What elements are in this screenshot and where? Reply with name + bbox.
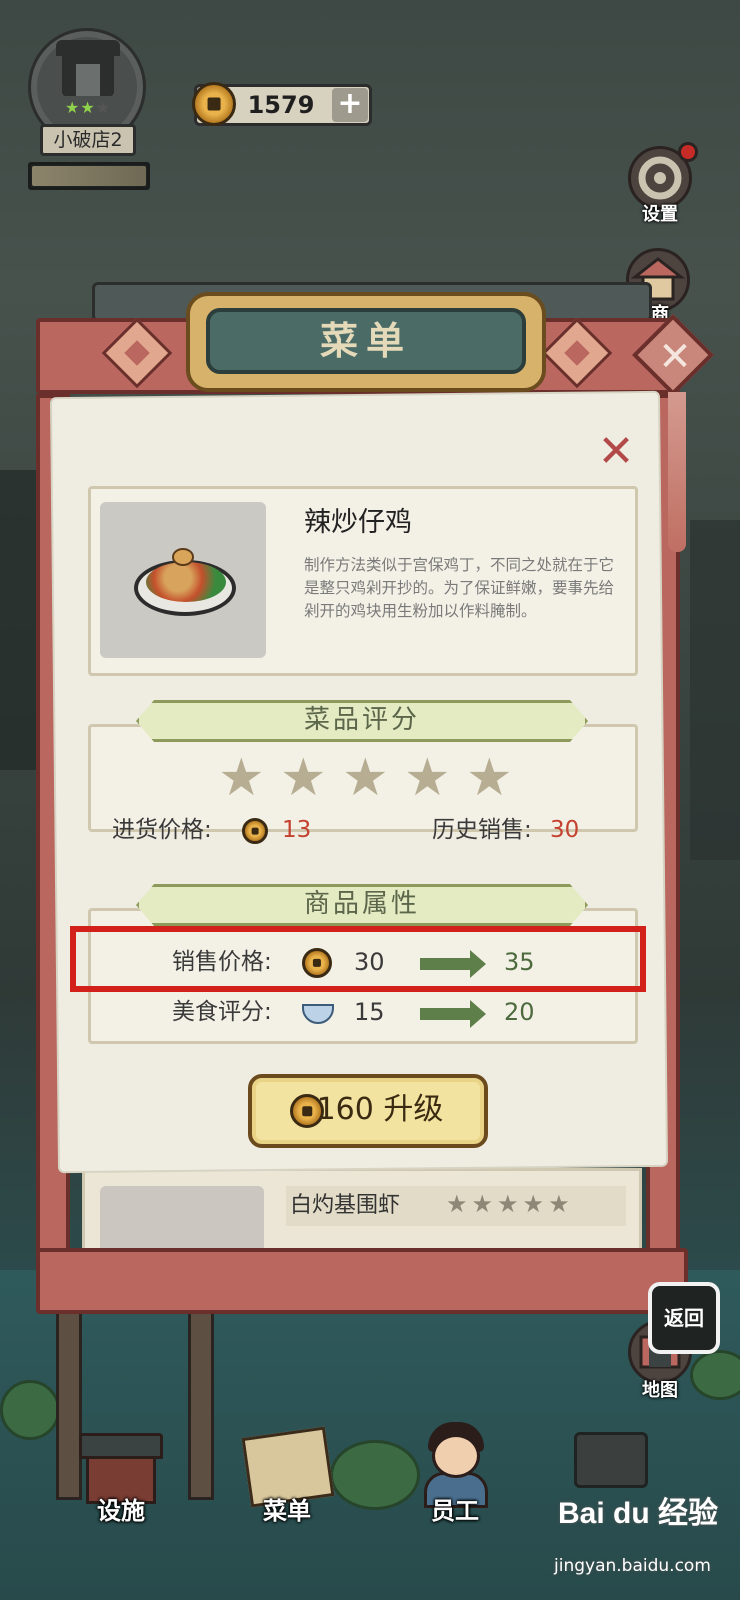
purchase-price-label: 进货价格: [112,817,212,843]
dish-chicken-icon [172,548,194,566]
nav-menu-label: 菜单 [263,1497,311,1525]
dish-description: 制作方法类似于宫保鸡丁，不同之处就在于它是整只鸡剁开抄的。为了保证鲜嫩，要事先给… [304,556,615,620]
baidu-watermark-url: jingyan.baidu.com [554,1556,711,1576]
board-title: 菜单 [206,308,526,374]
food-rating-current: 15 [354,998,385,1026]
food-rating-next: 20 [504,998,535,1026]
settings-label: 设置 [642,204,678,225]
history-sales-label: 历史销售: [432,817,532,843]
rating-star: ★ [280,748,327,808]
close-popup-button[interactable]: ✕ [594,430,638,474]
nav-facilities-label: 设施 [97,1497,145,1525]
dish-name: 辣炒仔鸡 [304,507,412,538]
dish-list-stars: ★★★★★ [446,1190,574,1218]
nav-facilities[interactable]: 设施 [66,1420,176,1540]
food-rating-label: 美食评分: [172,999,272,1025]
coin-icon [192,82,236,126]
sale-price-highlight-box [70,926,646,992]
lilypad [0,1380,60,1440]
shop-name-label: 小破店2 [40,124,136,156]
background-building-right [690,520,740,860]
board-footer [36,1248,688,1314]
coin-amount: 1579 [247,91,315,119]
upgrade-button-label: 160 升级 [316,1092,444,1127]
upgrade-arrow-icon [420,1000,486,1028]
history-sales-value: 30 [550,817,580,843]
board-leg [188,1310,214,1500]
back-button[interactable]: 返回 [648,1282,720,1354]
coin-icon [242,818,268,844]
rating-star: ★ [404,748,451,808]
notification-dot [678,142,698,162]
tassel-decoration [668,392,686,552]
rating-section-title: 菜品评分 [303,705,420,735]
shop-star-rating: ★★★ [64,98,112,117]
nav-staff[interactable]: 员工 [400,1420,510,1540]
map-label: 地图 [642,1380,678,1401]
baidu-watermark: Bai du 经验 [558,1497,719,1530]
nav-staff-label: 员工 [431,1497,479,1525]
nav-menu[interactable]: 菜单 [232,1420,342,1540]
dish-food-icon [146,562,226,602]
kitchen-stove-icon[interactable] [574,1432,648,1488]
add-coins-button[interactable]: + [332,88,368,122]
rating-star: ★ [342,748,389,808]
shop-progress-fill [32,166,146,186]
rating-star: ★ [218,748,265,808]
staff-avatar-icon [432,1434,480,1478]
close-icon: ✕ [658,334,692,380]
dish-list-thumbnail [100,1186,264,1256]
rating-star: ★ [466,748,513,808]
shop-house-icon [56,40,120,96]
purchase-price-value: 13 [282,817,312,843]
attributes-section-title: 商品属性 [303,889,420,919]
